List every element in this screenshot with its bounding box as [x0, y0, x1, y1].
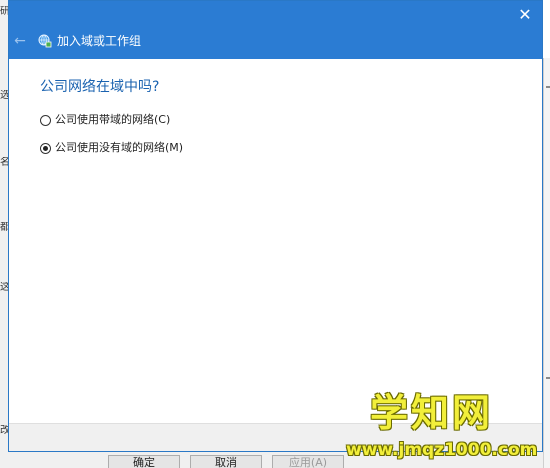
background-text: 改 [0, 425, 8, 436]
background-text: 研 [0, 6, 8, 17]
back-arrow-icon: ← [14, 33, 26, 49]
watermark-logo-text: 学知网 [370, 391, 494, 435]
background-text: 这 [0, 282, 8, 293]
background-marker [546, 377, 550, 379]
domain-question: 公司网络在域中吗? [40, 79, 160, 95]
radio-button-checked[interactable] [40, 142, 51, 154]
radio-option-with-domain[interactable]: 公司使用带域的网络(C) [40, 111, 170, 129]
background-window-right-edge [543, 58, 550, 468]
radio-option-without-domain[interactable]: 公司使用没有域的网络(M) [40, 139, 183, 157]
close-icon: ✕ [518, 5, 532, 24]
background-text: 都 [0, 222, 8, 233]
radio-label-with-domain: 公司使用带域的网络(C) [55, 113, 171, 126]
radio-label-without-domain: 公司使用没有域的网络(M) [55, 141, 184, 154]
background-text: 选 [0, 90, 8, 101]
background-text: 名 [0, 157, 8, 168]
background-cancel-button[interactable]: 取消 [190, 455, 262, 468]
join-domain-dialog: ✕ ← 加入域或工作组 公司网络在域中吗? 公司使用带域的网络(C) 公司使用没… [8, 0, 543, 452]
background-marker [546, 86, 550, 88]
radio-button-unchecked[interactable] [40, 114, 51, 126]
network-globe-icon [38, 34, 52, 48]
watermark-url: www.jmqz1000.com [346, 440, 538, 460]
background-apply-button[interactable]: 应用(A) [272, 455, 344, 468]
dialog-title: 加入域或工作组 [57, 34, 142, 48]
background-ok-button[interactable]: 确定 [108, 455, 180, 468]
dialog-titlebar: ✕ ← 加入域或工作组 [9, 1, 542, 59]
close-button[interactable]: ✕ [514, 5, 536, 25]
back-button[interactable]: ← [11, 32, 29, 50]
